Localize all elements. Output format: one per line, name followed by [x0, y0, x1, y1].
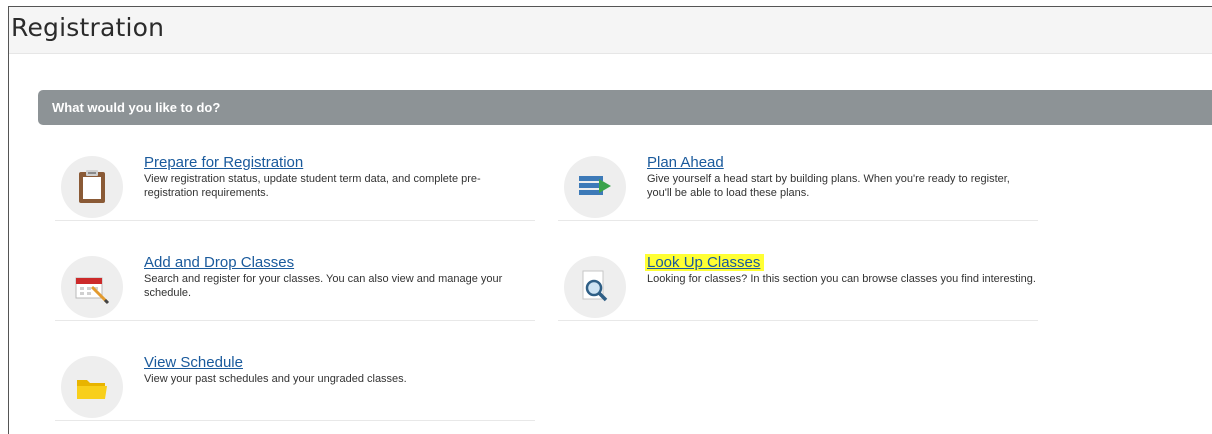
view-schedule-description: View your past schedules and your ungrad… [144, 373, 407, 385]
title-bar: Registration [9, 7, 1212, 54]
add-drop-classes-description: Search and register for your classes. Yo… [144, 273, 503, 299]
plan-ahead-description: Give yourself a head start by building p… [647, 173, 1010, 199]
calendar-pencil-icon[interactable] [61, 256, 123, 318]
folder-icon[interactable] [61, 356, 123, 418]
option-add-drop-classes: Add and Drop Classes Search and register… [55, 252, 535, 321]
option-view-schedule: View Schedule View your past schedules a… [55, 352, 535, 421]
section-header: What would you like to do? [38, 90, 1212, 125]
page-title: Registration [11, 13, 165, 42]
add-drop-classes-link[interactable]: Add and Drop Classes [144, 254, 294, 271]
prepare-registration-link[interactable]: Prepare for Registration [144, 154, 303, 171]
option-prepare-registration: Prepare for Registration View registrati… [55, 152, 535, 221]
look-up-classes-description: Looking for classes? In this section you… [647, 273, 1036, 285]
clipboard-icon[interactable] [61, 156, 123, 218]
option-plan-ahead: Plan Ahead Give yourself a head start by… [558, 152, 1038, 221]
option-look-up-classes: Look Up Classes Looking for classes? In … [558, 252, 1038, 321]
registration-page: Registration What would you like to do? … [8, 6, 1212, 434]
plan-ahead-link[interactable]: Plan Ahead [647, 154, 724, 171]
plan-list-icon[interactable] [564, 156, 626, 218]
look-up-classes-link[interactable]: Look Up Classes [645, 254, 765, 271]
magnifier-document-icon[interactable] [564, 256, 626, 318]
view-schedule-link[interactable]: View Schedule [144, 354, 243, 371]
section-title: What would you like to do? [52, 100, 221, 115]
prepare-registration-description: View registration status, update student… [144, 173, 481, 199]
